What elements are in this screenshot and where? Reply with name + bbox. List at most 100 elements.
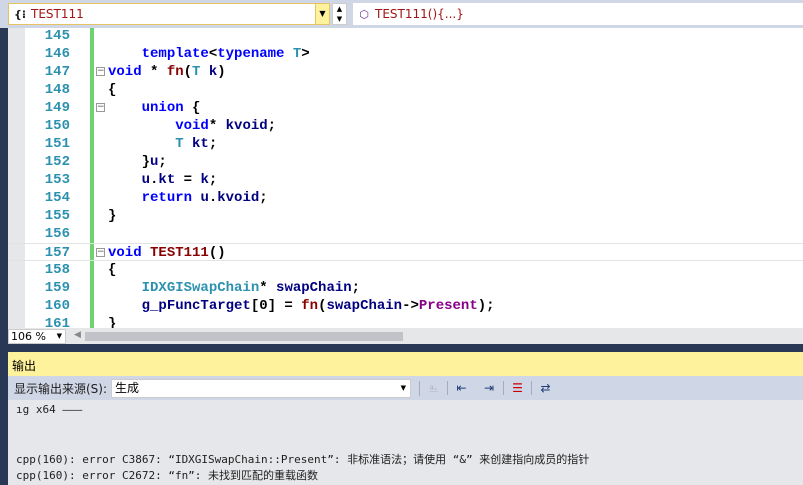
- code-token: .: [208, 190, 218, 206]
- line-number: 153: [44, 172, 70, 188]
- next-message-icon[interactable]: ⇥: [475, 381, 503, 395]
- code-text: T kt;: [108, 135, 217, 153]
- code-line[interactable]: 155}: [8, 207, 803, 225]
- code-text: void * fn(T k): [108, 63, 226, 81]
- code-token: {: [108, 82, 117, 98]
- code-line[interactable]: 146 template<typename T>: [8, 45, 803, 63]
- code-token: kvoid: [217, 190, 260, 206]
- output-panel-title: 输出: [8, 352, 803, 376]
- goto-location-icon[interactable]: ⎁: [419, 380, 447, 396]
- member-dropdown[interactable]: ⬡ TEST111(){...}: [353, 3, 803, 25]
- code-token: union: [141, 100, 184, 116]
- code-token: swapChain: [326, 298, 403, 314]
- code-line[interactable]: 152 }u;: [8, 153, 803, 171]
- output-text-area[interactable]: ıg x64 ——— cpp(160): error C3867: “IDXGIS…: [8, 400, 803, 485]
- code-token: *: [141, 64, 167, 80]
- code-line[interactable]: 151 T kt;: [8, 135, 803, 153]
- line-number: 159: [44, 280, 70, 296]
- chevron-down-icon[interactable]: ▼: [315, 4, 329, 24]
- scope-dropdown[interactable]: {⁝ TEST111 ▼: [8, 3, 330, 25]
- code-token: *: [259, 280, 277, 296]
- output-source-select[interactable]: 生成 ▼: [111, 378, 412, 398]
- scroll-left-icon[interactable]: ◀: [74, 330, 81, 340]
- code-token: {: [183, 100, 201, 116]
- code-token: g_pFuncTarget: [141, 298, 251, 314]
- code-text: g_pFuncTarget[0] = fn(swapChain->Present…: [108, 297, 495, 315]
- code-token: u: [141, 172, 151, 188]
- code-token: k: [200, 172, 209, 188]
- code-token: void: [175, 118, 209, 134]
- code-token: T: [175, 136, 184, 152]
- previous-message-icon[interactable]: ⇤: [447, 381, 475, 395]
- line-number: 156: [44, 226, 70, 242]
- code-token: (: [183, 64, 193, 80]
- code-token: >: [301, 46, 310, 62]
- code-line[interactable]: 160 g_pFuncTarget[0] = fn(swapChain->Pre…: [8, 297, 803, 315]
- navigation-bar: {⁝ TEST111 ▼ ▲ ▼ ⬡ TEST111(){...}: [0, 0, 803, 28]
- line-number: 152: [44, 154, 70, 170]
- zoom-dropdown[interactable]: 106 % ▼: [8, 329, 66, 344]
- code-text: IDXGISwapChain* swapChain;: [108, 279, 360, 297]
- code-token: k: [208, 64, 218, 80]
- code-line[interactable]: 149 − union {: [8, 99, 803, 117]
- line-number: 154: [44, 190, 70, 206]
- code-line[interactable]: 156: [8, 225, 803, 243]
- code-token: *: [208, 118, 226, 134]
- code-line[interactable]: 153 u.kt = k;: [8, 171, 803, 189]
- clear-all-icon[interactable]: ☰: [503, 381, 531, 395]
- scope-spinner[interactable]: ▲ ▼: [332, 3, 347, 25]
- code-text: }: [108, 207, 116, 225]
- code-token: kvoid: [225, 118, 268, 134]
- code-token: ->: [402, 298, 419, 314]
- code-token: void: [108, 64, 142, 80]
- code-text: {: [108, 261, 116, 279]
- collapse-icon[interactable]: −: [96, 103, 105, 112]
- code-line[interactable]: 147 − void * fn(T k): [8, 63, 803, 81]
- line-number: 151: [44, 136, 70, 152]
- code-line[interactable]: 150 void* kvoid;: [8, 117, 803, 135]
- code-editor[interactable]: 145 146 template<typename T> 147− void * fn…: [8, 28, 803, 328]
- code-token: (): [208, 245, 226, 261]
- code-line[interactable]: 154 return u.kvoid;: [8, 189, 803, 207]
- code-token: kt: [158, 172, 176, 188]
- code-token: ;: [259, 190, 268, 206]
- code-line[interactable]: 145: [8, 28, 803, 45]
- horizontal-scrollbar[interactable]: [85, 332, 403, 341]
- line-number: 149: [44, 100, 70, 116]
- code-token: ): [217, 64, 226, 80]
- code-token: return: [141, 190, 193, 206]
- code-line[interactable]: 159 IDXGISwapChain* swapChain;: [8, 279, 803, 297]
- code-token: kt: [192, 136, 209, 152]
- code-token: =: [175, 172, 201, 188]
- line-number: 155: [44, 208, 70, 224]
- code-token: typename: [217, 46, 285, 62]
- code-line[interactable]: 148 {: [8, 81, 803, 99]
- line-number: 161: [44, 316, 70, 328]
- collapse-icon[interactable]: −: [96, 67, 105, 76]
- method-icon: ⬡: [359, 7, 369, 21]
- output-line: cpp(160): error C2672: “fn”: 未找到匹配的重载函数: [16, 469, 319, 482]
- line-number: 158: [44, 262, 70, 278]
- code-token: }: [108, 316, 117, 328]
- code-line[interactable]: 161}: [8, 315, 803, 328]
- code-token: ;: [351, 280, 361, 296]
- output-source-label: 显示输出来源(S):: [14, 381, 108, 396]
- code-line[interactable]: 157 − void TEST111(): [8, 243, 803, 261]
- code-token: ;: [267, 118, 277, 134]
- code-token: T: [292, 46, 302, 62]
- output-source-value: 生成: [115, 380, 140, 395]
- code-text: void TEST111(): [108, 244, 226, 262]
- word-wrap-icon[interactable]: ⇄: [531, 381, 559, 395]
- code-token: <: [208, 46, 218, 62]
- collapse-icon[interactable]: −: [96, 248, 105, 257]
- code-line[interactable]: 158 {: [8, 261, 803, 279]
- code-token: ;: [158, 154, 167, 170]
